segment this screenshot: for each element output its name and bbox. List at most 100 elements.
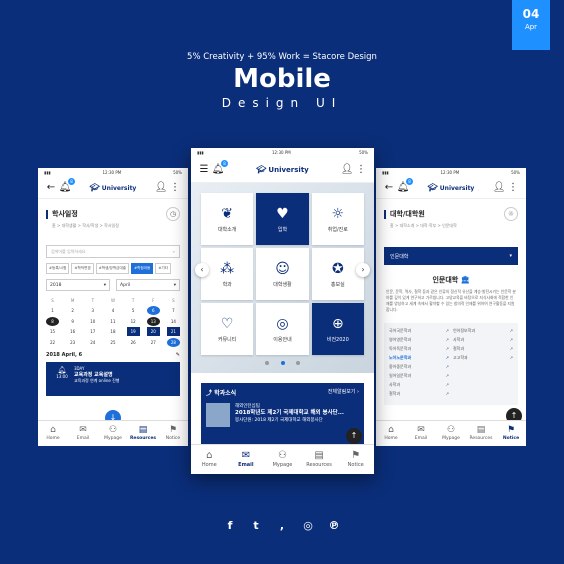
scroll-top-button[interactable]: ↑ [346,428,362,444]
tab-email[interactable]: ✉ Email [406,421,436,446]
bell-icon[interactable]: 🔔︎ 8 [396,178,413,193]
department-link[interactable]: 고고학과 ↗ [453,355,513,364]
calendar-day[interactable]: 4 [106,306,119,315]
more-menu-icon[interactable]: ⋮ [354,164,368,175]
tab-notice[interactable]: ⚑ Notice [496,421,526,446]
menu-tile-about[interactable]: ❦ 대학소개 [201,193,254,245]
calendar-day-selected[interactable]: 6 [146,306,160,316]
comma-icon[interactable]: , [276,519,288,532]
facebook-icon[interactable]: f [224,519,236,532]
calendar-day-event[interactable]: 8 [46,316,59,326]
carousel-prev-button[interactable]: ‹ [195,263,209,277]
chip[interactable]: #학생/장학금대출 [95,263,130,274]
calendar-day-range[interactable]: 20 [146,327,160,337]
menu-tile-guide[interactable]: ◎ 이용안내 [256,303,309,355]
back-arrow-icon[interactable]: ← [382,182,396,193]
bell-icon[interactable]: 🔔︎ 8 [58,178,75,193]
menu-tile-pr[interactable]: ✪ 홍보실 [311,248,364,300]
chip-selected[interactable]: #학점이동 [131,263,154,274]
department-link-active[interactable]: 노어노문학과 ↗ [389,355,449,364]
menu-tile-campus-life[interactable]: ☺ 대학생활 [256,248,309,300]
calendar-day[interactable]: 3 [86,306,99,315]
twitter-icon[interactable]: t [250,519,262,532]
user-icon[interactable]: 👤︎ [340,164,354,175]
department-link[interactable]: 영어영문학과 ↗ [389,337,449,346]
tab-mypage[interactable]: ⚇ Mypage [264,445,301,474]
chip[interactable]: #기타 [155,263,171,274]
back-arrow-icon[interactable]: ← [44,182,58,193]
tab-resources[interactable]: ▤ Resources [466,421,496,446]
search-icon[interactable]: ⌕ [173,249,175,254]
menu-tile-department[interactable]: ⁂ 학과 [201,248,254,300]
tab-notice[interactable]: ⚑ Notice [158,421,188,446]
calendar-day[interactable]: 10 [86,317,99,326]
tab-mypage[interactable]: ⚇ Mypage [436,421,466,446]
more-menu-icon[interactable]: ⋮ [168,182,182,193]
department-link[interactable]: 사학과 ↗ [389,382,449,391]
department-link[interactable]: 사학과 ↗ [453,337,513,346]
hamburger-menu-icon[interactable]: ☰ [197,164,211,175]
department-link[interactable]: 철학과 ↗ [453,346,513,355]
department-link[interactable]: 철학과 ↗ [389,391,449,400]
calendar-day[interactable]: 22 [46,338,59,347]
tab-home[interactable]: ⌂ Home [38,421,68,446]
carousel-dot[interactable] [265,361,270,365]
news-card[interactable]: ⤴ 학과소식 전체알림보기 › 해외인턴십팀 2018학년도 제2기 국제대학교… [201,383,364,447]
calendar-day[interactable]: 27 [147,338,160,347]
carousel-dot-active[interactable] [280,361,285,365]
department-link[interactable]: 독어독문학과 ↗ [389,346,449,355]
calendar-day[interactable]: 11 [106,317,119,326]
clock-icon[interactable]: ◷ [166,207,180,221]
calendar-day[interactable]: 12 [127,317,140,326]
tab-mypage[interactable]: ⚇ Mypage [98,421,128,446]
calendar-day[interactable]: 7 [167,306,180,315]
calendar-day-today[interactable]: 28 [166,337,180,347]
calendar-day[interactable]: 25 [106,338,119,347]
calendar-day[interactable]: 2 [66,306,79,315]
year-select[interactable]: 2018 ▾ [46,279,110,291]
tab-email[interactable]: ✉ Email [68,421,98,446]
department-link[interactable]: 중어중문학과 ↗ [389,364,449,373]
calendar-day[interactable]: 17 [86,327,99,336]
more-menu-icon[interactable]: ⋮ [506,182,520,193]
user-icon[interactable]: 👤︎ [154,182,168,193]
calendar-day[interactable]: 9 [66,317,79,326]
tab-resources[interactable]: ▤ Resources [128,421,158,446]
menu-tile-career[interactable]: ☼ 취업/진로 [311,193,364,245]
month-select[interactable]: April ▾ [116,279,180,291]
lightbulb-icon[interactable]: ☼ [504,207,518,221]
calendar-day[interactable]: 26 [127,338,140,347]
event-card[interactable]: 🔔︎ 13:00 3DAY 교육과정 교육설명 교육과정 연계 online 진… [46,361,180,396]
calendar-day-event[interactable]: 13 [146,316,160,326]
carousel-dot[interactable] [295,361,300,365]
tab-email[interactable]: ✉ Email [228,445,265,474]
menu-tile-vision[interactable]: ⊕ 비전2020 [311,303,364,355]
calendar-day-range[interactable]: 21 [166,327,180,337]
calendar-day[interactable]: 23 [66,338,79,347]
carousel-next-button[interactable]: › [356,263,370,277]
chip[interactable]: #학적변경 [71,263,94,274]
department-link[interactable]: 언어정보학과 ↗ [453,328,513,337]
user-icon[interactable]: 👤︎ [492,182,506,193]
calendar-day[interactable]: 16 [66,327,79,336]
calendar-day[interactable]: 24 [86,338,99,347]
calendar-day[interactable]: 5 [127,306,140,315]
pinterest-icon[interactable]: ℗ [328,519,340,532]
edit-icon[interactable]: ✎ [176,352,180,358]
calendar-day-range[interactable]: 19 [126,327,140,337]
calendar-day[interactable]: 1 [46,306,59,315]
tab-resources[interactable]: ▤ Resources [301,445,338,474]
menu-tile-admission[interactable]: ♥ 입학 [256,193,309,245]
college-select[interactable]: 인문대학 ▾ [384,247,518,265]
tab-home[interactable]: ⌂ Home [191,445,228,474]
instagram-icon[interactable]: ◎ [302,519,314,532]
calendar-day[interactable]: 18 [106,327,119,336]
tab-home[interactable]: ⌂ Home [376,421,406,446]
menu-tile-community[interactable]: ♡ 커뮤니티 [201,303,254,355]
search-input[interactable]: 검색어를 입력하세요 ⌕ [46,245,180,258]
calendar-day[interactable]: 15 [46,327,59,336]
news-more-link[interactable]: 전체알림보기 › [328,388,359,397]
department-link[interactable]: 일어일문학과 ↗ [389,373,449,382]
bell-icon[interactable]: 🔔︎ 8 [211,160,228,175]
chip[interactable]: #등록/시험 [46,263,70,274]
